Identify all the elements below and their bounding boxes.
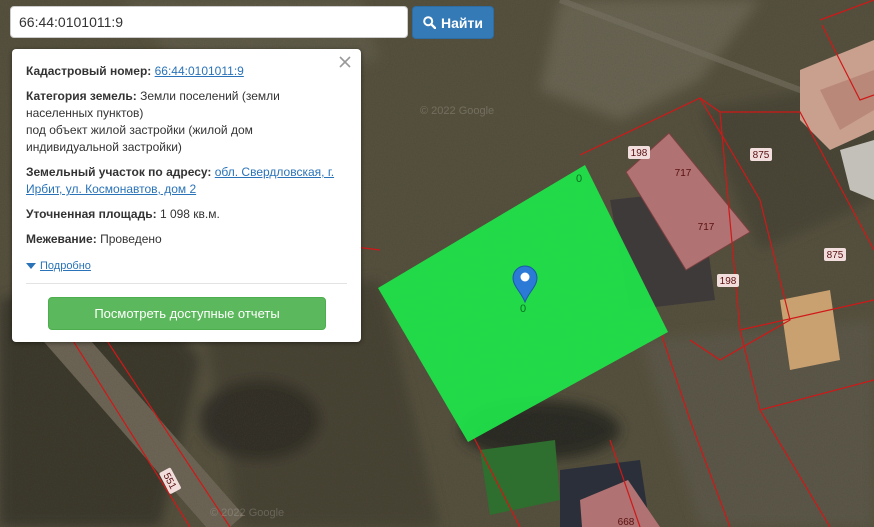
- divider: [26, 283, 347, 284]
- land-category-row: Категория земель: Земли поселений (земли…: [26, 88, 347, 156]
- details-toggle[interactable]: Подробно: [26, 258, 347, 275]
- cadastral-search-input[interactable]: [10, 6, 408, 38]
- parcel-corner-mark: 0: [576, 173, 582, 185]
- address-link-line2[interactable]: Ирбит, ул. Космонавтов, дом 2: [26, 182, 196, 196]
- imagery-watermark: © 2022 Google: [420, 105, 494, 117]
- survey-value: Проведено: [100, 232, 162, 246]
- land-category-value-line2: населенных пунктов): [26, 106, 144, 120]
- search-button-label: Найти: [441, 14, 483, 31]
- address-link-line1[interactable]: обл. Свердловская, г.: [215, 165, 334, 179]
- area-row: Уточненная площадь: 1 098 кв.м.: [26, 206, 347, 223]
- cadastral-number-link[interactable]: 66:44:0101011:9: [155, 64, 244, 78]
- land-category-value-line4: индивидуальной застройки): [26, 140, 182, 154]
- area-label: Уточненная площадь:: [26, 207, 157, 221]
- close-icon[interactable]: [337, 54, 353, 70]
- parcel-number-875-b: 875: [827, 250, 844, 261]
- search-icon: [423, 16, 437, 29]
- address-label: Земельный участок по адресу:: [26, 165, 212, 179]
- parcel-center-mark: 0: [520, 303, 526, 315]
- parcel-number-668: 668: [618, 517, 635, 527]
- land-category-label: Категория земель:: [26, 89, 137, 103]
- parcel-info-popup: Кадастровый номер: 66:44:0101011:9 Катег…: [12, 49, 361, 342]
- imagery-watermark: © 2022 Google: [210, 507, 284, 519]
- parcel-number-717-b: 717: [698, 222, 715, 233]
- land-category-value-line3: под объект жилой застройки (жилой дом: [26, 123, 253, 137]
- survey-row: Межевание: Проведено: [26, 231, 347, 248]
- area-value: 1 098 кв.м.: [159, 207, 220, 221]
- parcel-number-198-b: 198: [720, 276, 737, 287]
- parcel-number-717-a: 717: [675, 168, 692, 179]
- address-row: Земельный участок по адресу: обл. Свердл…: [26, 164, 347, 198]
- view-reports-button[interactable]: Посмотреть доступные отчеты: [48, 297, 326, 330]
- land-category-value-line1: Земли поселений (земли: [140, 89, 280, 103]
- parcel-number-198-a: 198: [631, 148, 648, 159]
- cadastral-number-label: Кадастровый номер:: [26, 64, 152, 78]
- parcel-number-875-a: 875: [753, 150, 770, 161]
- caret-down-icon: [26, 263, 36, 269]
- cadastral-number-row: Кадастровый номер: 66:44:0101011:9: [26, 63, 347, 80]
- search-button[interactable]: Найти: [412, 6, 494, 39]
- details-link[interactable]: Подробно: [40, 258, 91, 275]
- survey-label: Межевание:: [26, 232, 97, 246]
